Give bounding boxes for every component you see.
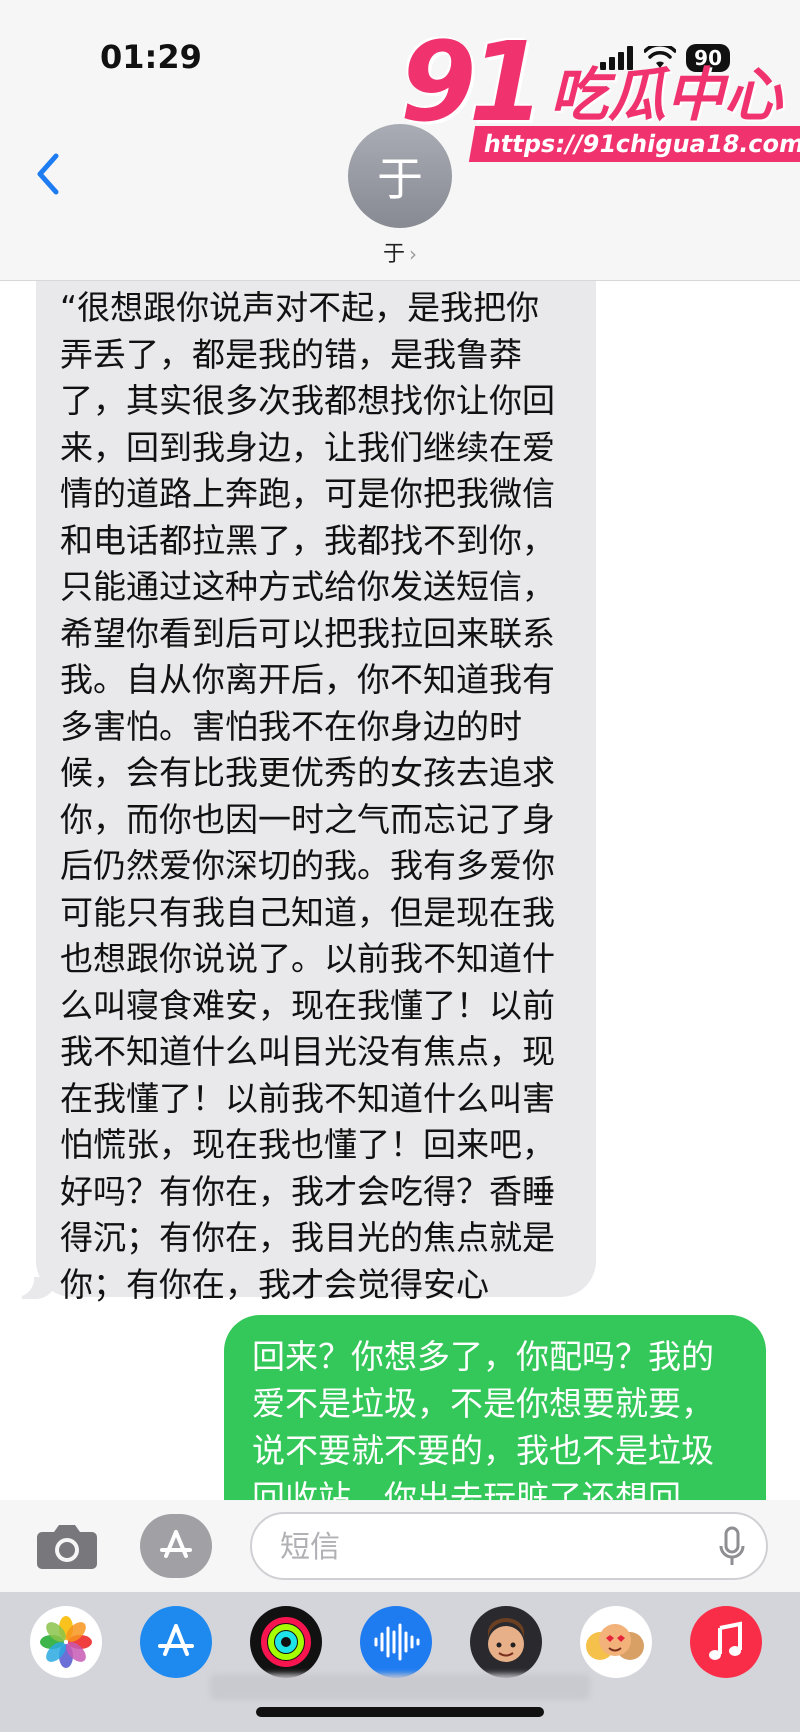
incoming-message-text: “很想跟你说声对不起，是我把你弄丢了，都是我的错，是我鲁莽了，其实很多次我都想找… — [60, 288, 555, 1304]
message-input[interactable] — [278, 1526, 682, 1568]
messages-screen: 01:29 90 于 于 › 91 吃瓜中心 https://91chigua1… — [0, 0, 800, 1732]
back-button[interactable] — [28, 144, 68, 204]
music-note-glyph — [709, 1621, 742, 1660]
camera-icon[interactable] — [36, 1522, 98, 1570]
watermark-title: 吃瓜中心 — [550, 61, 783, 129]
app-store-button[interactable] — [140, 1514, 212, 1578]
watermark: 91 吃瓜中心 https://91chigua18.com — [400, 18, 800, 168]
blurred-strip — [210, 1674, 590, 1700]
chevron-right-icon: › — [409, 242, 417, 266]
message-list[interactable]: “很想跟你说声对不起，是我把你弄丢了，都是我的错，是我鲁莽了，其实很多次我都想找… — [0, 281, 800, 1501]
outgoing-message-text: 回来？你想多了，你配吗？我的爱不是垃圾，不是你想要就要，说不要就不要的，我也不是… — [252, 1337, 714, 1501]
incoming-message-bubble[interactable]: “很想跟你说声对不起，是我把你弄丢了，都是我的错，是我鲁莽了，其实很多次我都想找… — [36, 281, 596, 1304]
animoji-icon[interactable] — [580, 1606, 652, 1678]
status-time: 01:29 — [100, 38, 202, 76]
app-store-icon — [160, 1530, 192, 1558]
app-store-glyph — [158, 1624, 194, 1656]
music-icon[interactable] — [690, 1606, 762, 1678]
contact-name-button[interactable]: 于 › — [0, 236, 800, 268]
compose-bar — [0, 1500, 800, 1592]
photos-glyph — [40, 1616, 92, 1668]
app-drawer — [0, 1592, 800, 1732]
audio-wave-glyph — [374, 1623, 420, 1661]
app-store-drawer-icon[interactable] — [140, 1606, 212, 1678]
outgoing-message-bubble[interactable]: 回来？你想多了，你配吗？我的爱不是垃圾，不是你想要就要，说不要就不要的，我也不是… — [224, 1315, 766, 1501]
memoji-face-glyph — [488, 1618, 524, 1662]
voice-memo-icon[interactable] — [360, 1606, 432, 1678]
contact-name: 于 — [382, 242, 405, 267]
watermark-url: https://91chigua18.com — [468, 126, 800, 162]
microphone-icon[interactable] — [718, 1526, 746, 1568]
fitness-icon[interactable] — [250, 1606, 322, 1678]
memoji-icon[interactable] — [470, 1606, 542, 1678]
message-input-field[interactable] — [250, 1512, 768, 1580]
animoji-faces-glyph — [586, 1624, 644, 1660]
fitness-rings-glyph — [261, 1617, 311, 1667]
home-indicator[interactable] — [256, 1707, 544, 1717]
photos-icon[interactable] — [30, 1606, 102, 1678]
